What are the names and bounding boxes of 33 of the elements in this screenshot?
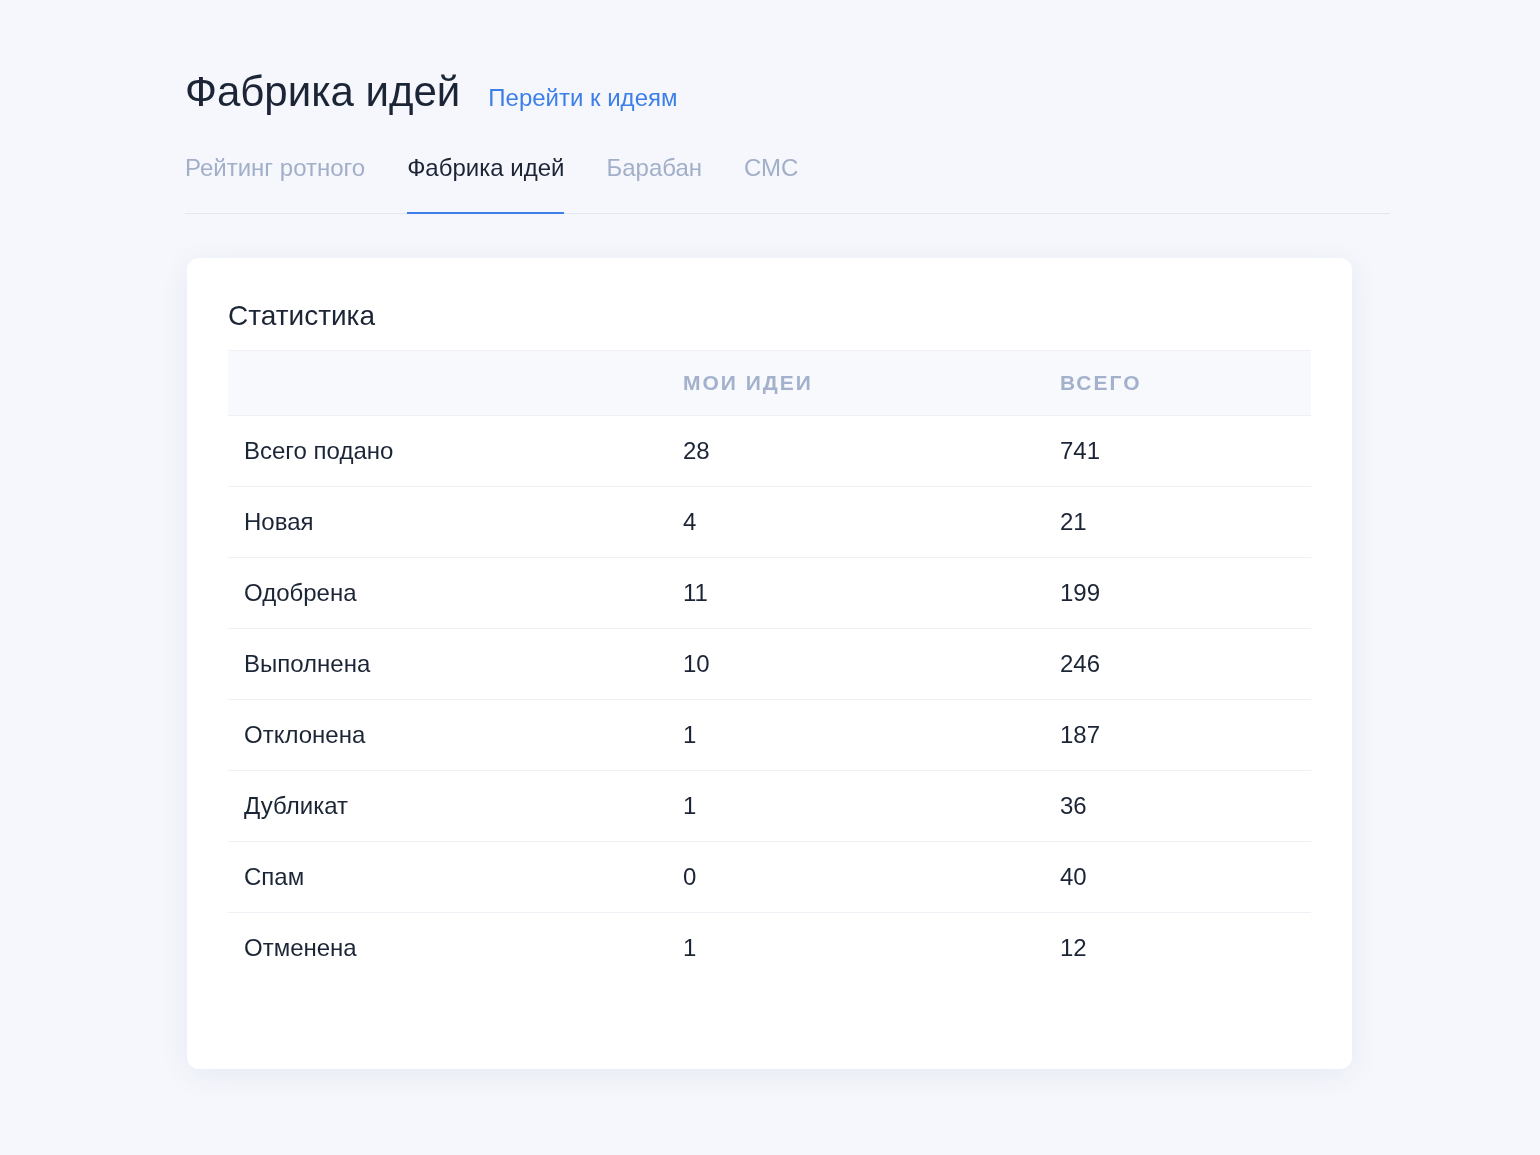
table-cell: 199 [1044, 557, 1311, 629]
table-cell: 10 [667, 628, 1044, 700]
ideas-link[interactable]: Перейти к идеям [488, 84, 678, 112]
tab[interactable]: Рейтинг ротного [185, 154, 366, 214]
table-cell: 28 [667, 415, 1044, 487]
row-label: Отклонена [228, 699, 667, 771]
table-cell: 246 [1044, 628, 1311, 700]
table-cell: 741 [1044, 415, 1311, 487]
table-cell: 21 [1044, 486, 1311, 558]
tab[interactable]: СМС [744, 154, 799, 214]
table-cell: 1 [667, 770, 1044, 842]
table-cell: 40 [1044, 841, 1311, 913]
row-label: Всего подано [228, 415, 667, 487]
table-cell: 12 [1044, 912, 1311, 983]
table-cell: 0 [667, 841, 1044, 913]
row-label: Дубликат [228, 770, 667, 842]
tab[interactable]: Фабрика идей [407, 154, 565, 214]
row-label: Выполнена [228, 628, 667, 700]
table-cell: 1 [667, 699, 1044, 771]
column-header: МОИ ИДЕИ [667, 350, 1044, 416]
row-label: Спам [228, 841, 667, 913]
table-cell: 187 [1044, 699, 1311, 771]
row-label: Отменена [228, 912, 667, 983]
column-header: ВСЕГО [1044, 350, 1311, 416]
row-label: Новая [228, 486, 667, 558]
table-cell: 36 [1044, 770, 1311, 842]
table-cell: 4 [667, 486, 1044, 558]
row-label: Одобрена [228, 557, 667, 629]
tab[interactable]: Барабан [606, 154, 703, 214]
page-title: Фабрика идей [185, 68, 461, 116]
table-cell: 1 [667, 912, 1044, 983]
table-cell: 11 [667, 557, 1044, 629]
card-title: Статистика [228, 300, 377, 332]
